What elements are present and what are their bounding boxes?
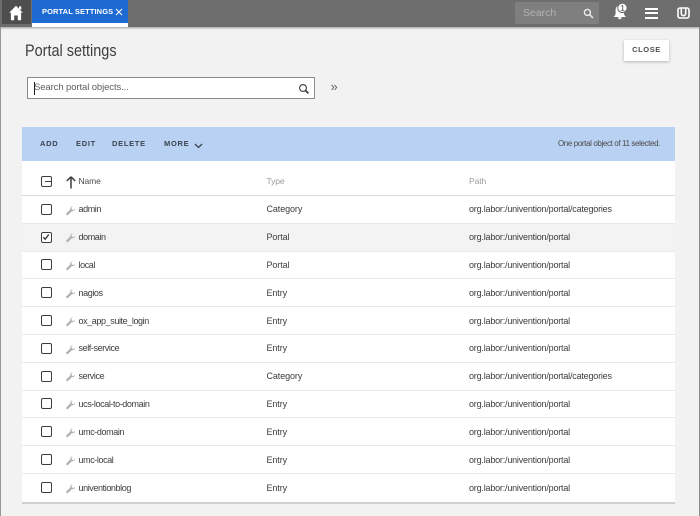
svg-text:1: 1: [620, 4, 625, 13]
